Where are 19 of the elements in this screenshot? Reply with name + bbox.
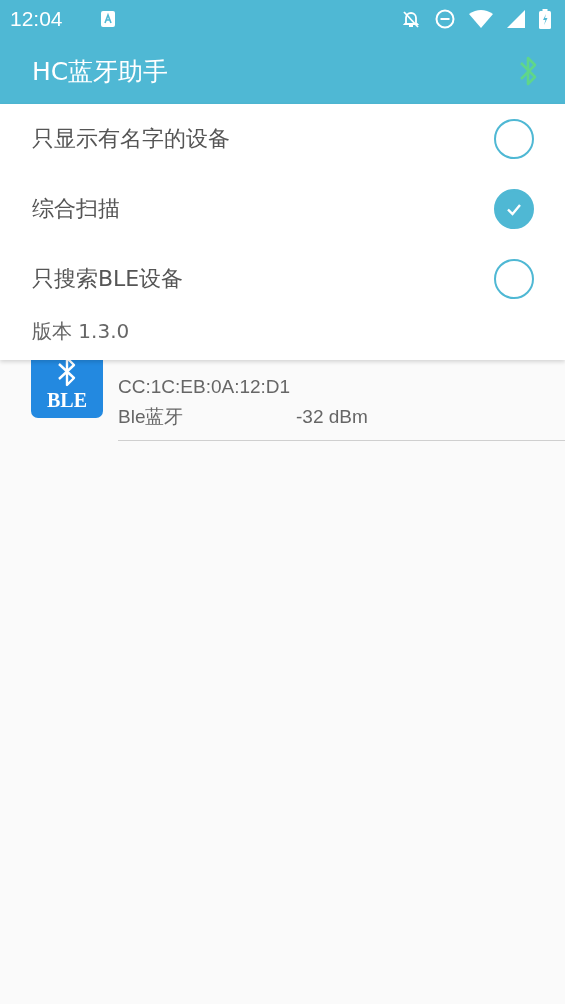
- app-title: HC蓝牙助手: [32, 55, 169, 88]
- wifi-icon: [469, 10, 493, 28]
- option-checkbox[interactable]: [494, 259, 534, 299]
- signal-icon: [507, 10, 525, 28]
- menu-option[interactable]: 只显示有名字的设备: [32, 124, 230, 154]
- status-time: 12:04: [10, 7, 63, 31]
- option-checkbox[interactable]: [494, 119, 534, 159]
- bluetooth-icon[interactable]: [519, 54, 537, 88]
- signal-strength: -32 dBm: [296, 405, 368, 429]
- menu-option[interactable]: 只搜索BLE设备: [32, 264, 184, 294]
- battery-charging-icon: [539, 9, 551, 29]
- device-address: CC:1C:EB:0A:12:D1: [118, 375, 292, 399]
- option-checkbox[interactable]: [494, 189, 534, 229]
- bell-off-icon: [401, 9, 421, 29]
- version-text: 版本 1.3.0: [31, 318, 131, 345]
- device-type: Ble蓝牙: [118, 405, 185, 429]
- notification-app-icon: [100, 11, 115, 27]
- do-not-disturb-icon: [435, 9, 455, 29]
- menu-option[interactable]: 综合扫描: [32, 194, 120, 224]
